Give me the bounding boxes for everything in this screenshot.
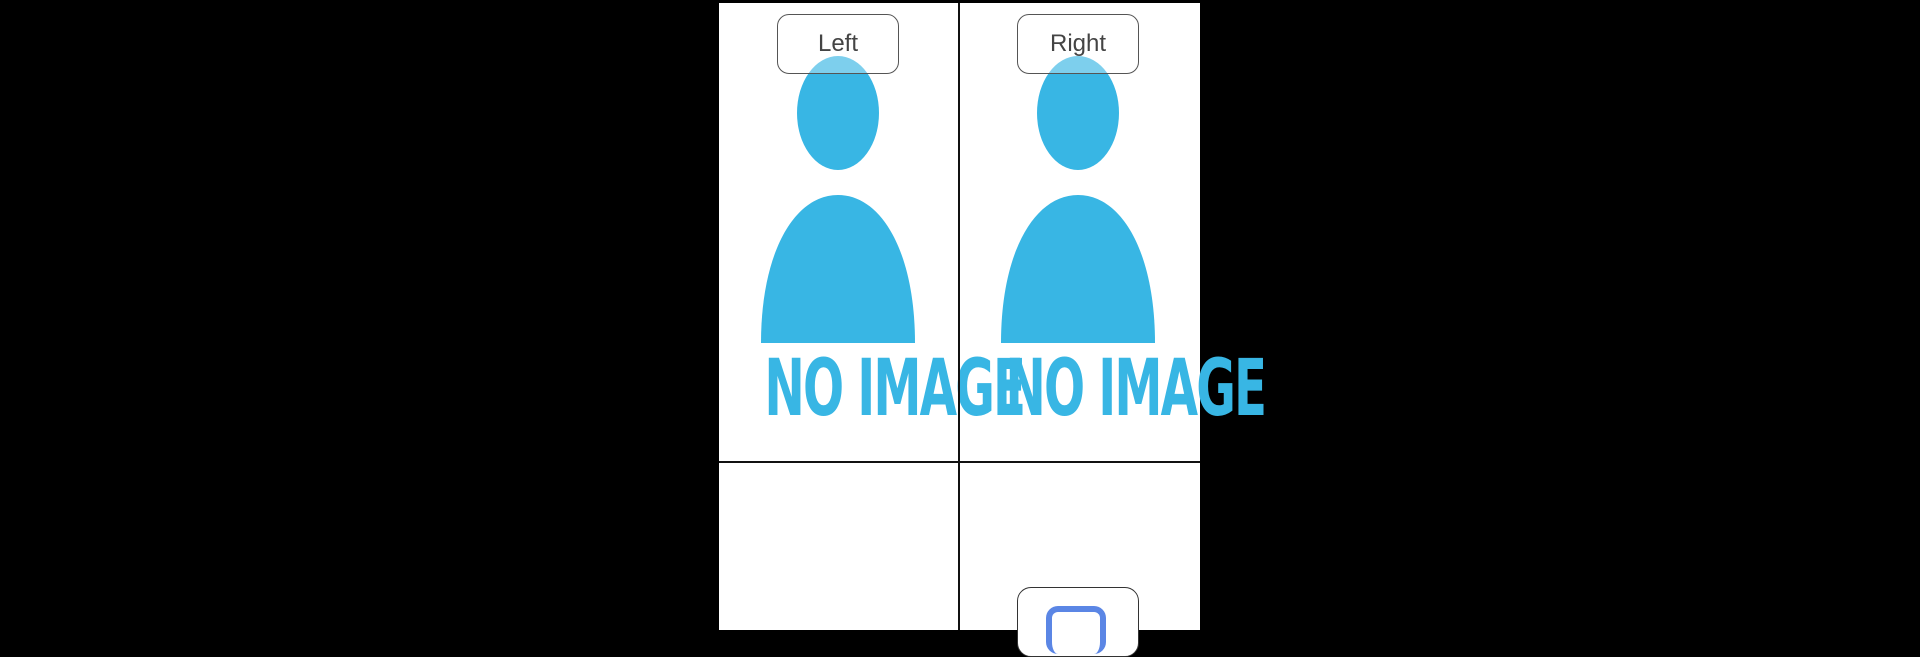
left-label-button[interactable]: Left	[777, 14, 899, 74]
no-image-text: NO IMAGE	[1005, 344, 1267, 434]
right-label-button[interactable]: Right	[1017, 14, 1139, 74]
grid-cell-bottom-left[interactable]	[719, 463, 958, 630]
grid-cell-bottom-right[interactable]	[960, 463, 1199, 657]
rounded-square-icon	[1046, 606, 1106, 654]
no-image-text: NO IMAGE	[764, 344, 1026, 434]
image-grid-panel: NO IMAGE Left NO IMAGE Right	[719, 3, 1267, 657]
action-button[interactable]	[1017, 587, 1139, 657]
screen: NO IMAGE Left NO IMAGE Right	[0, 0, 1920, 657]
grid-cell-left[interactable]: NO IMAGE Left	[719, 3, 1026, 461]
grid-cell-right[interactable]: NO IMAGE Right	[960, 3, 1267, 461]
